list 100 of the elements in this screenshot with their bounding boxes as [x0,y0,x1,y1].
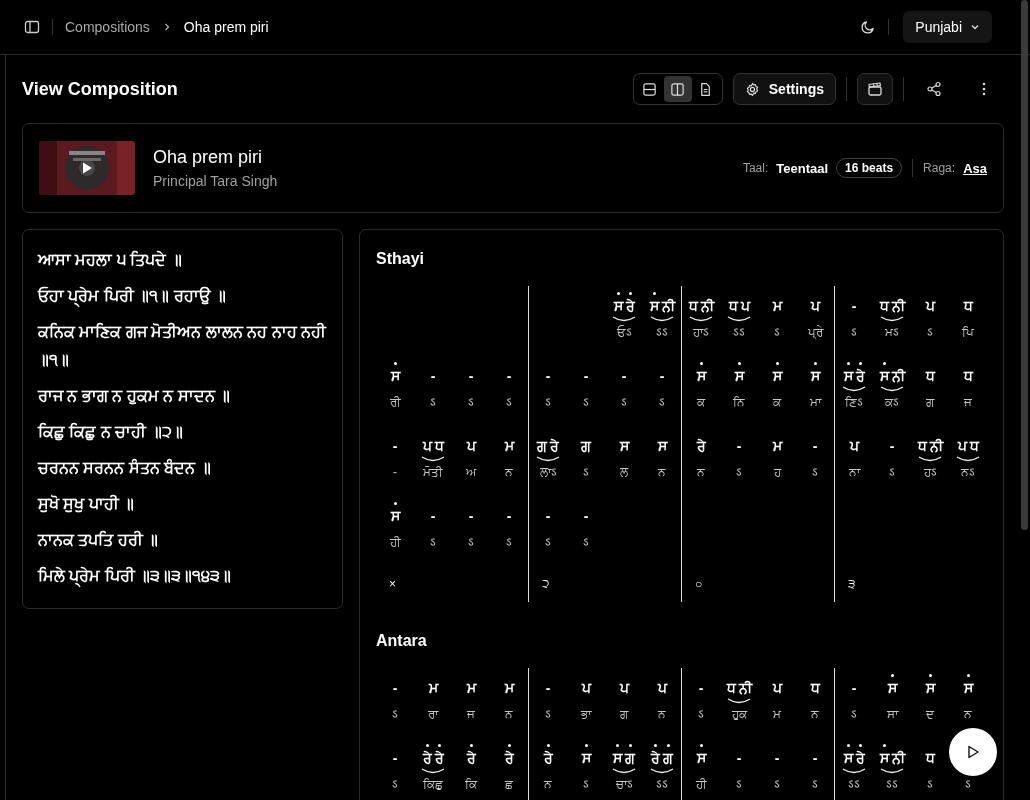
lyric-syllable: ऽ [583,776,589,793]
slur-arc [918,456,942,462]
note-text: ਪ [657,679,667,697]
slur-arc [842,768,866,774]
lyric-syllable: ऽ [468,394,474,411]
lyric-syllable: ਨ [544,776,552,793]
moon-icon[interactable] [860,19,877,35]
lyric-syllable: ਕਿਛੁ [423,776,443,793]
artist-name: Principal Tara Singh [153,173,278,189]
taal-name: Teentaal [776,160,829,176]
lyric-line: ਰਾਜ ਨ ਭਾਗ ਨ ਹੁਕਮ ਨ ਸਾਦਨ ॥ [38,386,232,407]
note-text: ਮ [772,297,782,315]
note-text: ਸ [879,749,889,767]
note-text: ਸ [696,367,706,385]
lyric-line: ਕਿਛੁ ਕਿਛੁ ਨ ਚਾਹੀ ॥੨॥ [38,421,184,443]
slur-arc [842,386,866,392]
lyric-syllable: ਮੋਤੀ [423,464,443,481]
lyric-syllable: ਅ [466,464,476,481]
slur-arc [536,456,560,462]
note-text: ਧ [879,297,889,315]
note-text: ਨੀ [891,749,905,767]
lyric-syllable: ਪਿ [962,324,974,341]
slur-arc [956,456,980,462]
note-text: ਪ [422,437,432,455]
lyric-syllable: ਪ੍ਰੇ [807,324,823,341]
breadcrumb-link[interactable]: Compositions [65,19,150,35]
lyric-syllable: ਕऽ [885,394,899,411]
language-dropdown[interactable]: Punjabi [903,11,992,43]
note-text: ਨੀ [891,297,905,315]
lyric-syllable: ऽ [659,394,665,411]
lyric-syllable: ऽ [698,706,704,723]
note-text: ਪ [581,679,591,697]
note-text: ਧ [969,437,979,455]
lyric-syllable: ऽ [468,534,474,551]
note-text: ਰੇ [422,749,432,767]
note-text: ਰੇ [466,749,476,767]
sidebar-toggle-icon[interactable] [24,19,40,35]
note-text: ਧ [810,679,820,697]
note-text: ਰੇ [625,297,635,315]
note-text: ਸ [843,749,853,767]
lyric-syllable: ऽ [430,534,436,551]
note-text: - [545,507,551,525]
lyric-syllable: ਨ [658,706,666,723]
note-text: - [430,507,436,525]
lyric-syllable: ਨਿ [733,394,745,411]
settings-button[interactable]: Settings [732,73,836,105]
lyric-syllable: ਨ [505,464,513,481]
note-text: - [889,437,895,455]
note-text: ਗ [663,749,673,767]
note-text: ਮ [504,437,514,455]
lyric-syllable: ਮਾ [809,394,821,411]
view-mode-button[interactable] [663,76,692,102]
lyric-syllable: ऽ [927,776,933,793]
note-text: - [392,749,398,767]
lyric-line: ਨਾਨਕ ਤਪਤਿ ਹਰੀ ॥ [38,529,160,550]
section-title: Sthayi [376,250,425,268]
clapperboard-button[interactable] [857,73,893,105]
lyric-syllable: ऽऽ [656,324,668,341]
lyric-syllable: ऽ [851,324,857,341]
raga-link[interactable]: Asa [963,160,987,176]
note-text: ਧ [726,679,736,697]
note-text: ਧ [728,297,738,315]
note-text: ਪ [619,679,629,697]
note-text: - [545,679,551,697]
scrollbar[interactable] [1021,0,1028,530]
note-text: - [506,507,512,525]
note-text: - [774,749,780,767]
lyric-syllable: ऽऽ [733,324,745,341]
note-text: - [851,297,857,315]
note-text: ਸ [649,297,659,315]
lyric-syllable: ਛ [505,776,513,793]
slur-arc [421,456,445,462]
note-text: ਰੇ [696,437,706,455]
lyric-syllable: ਜ [467,706,475,723]
lyric-syllable: ऽ [430,394,436,411]
slur-arc [727,698,751,704]
share-icon[interactable] [926,81,942,97]
note-text: ਰੇ [855,749,865,767]
lyric-syllable: ਹੀ [695,776,707,793]
slur-arc [650,768,674,774]
note-text: ਧ [925,367,935,385]
note-text: ਧ [925,749,935,767]
note-text: - [545,367,551,385]
note-text: ਪ [925,297,935,315]
note-text: ਪ [740,297,750,315]
lyric-syllable: ਮऽ [885,324,899,341]
lyric-syllable: ਨऽ [961,464,975,481]
lyric-syllable: ऽ [392,706,398,723]
note-text: ਪ [849,437,859,455]
note-text: - [583,367,589,385]
play-icon[interactable] [80,161,94,175]
lyric-syllable: ऽऽ [848,776,860,793]
lyric-syllable: ऽ [927,324,933,341]
note-text: ਸ [613,749,622,767]
lyric-syllable: ऽ [545,534,551,551]
taal-marker: ੩ [848,577,855,591]
note-text: ਸ [963,679,973,697]
slur-arc [612,768,636,774]
note-text: ਸ [390,507,400,525]
note-text: ਧ [963,367,973,385]
